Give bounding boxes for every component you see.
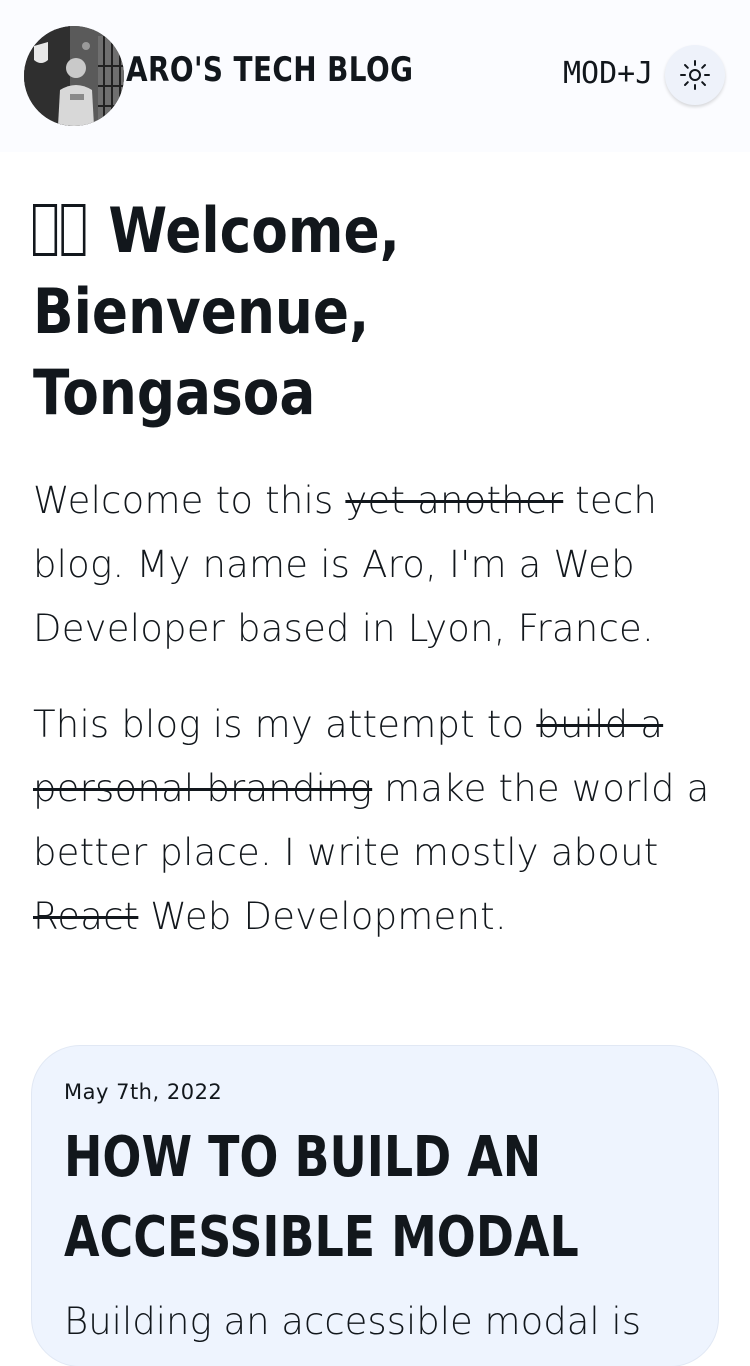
site-title-link[interactable]: Aro's Tech Blog <box>126 48 413 92</box>
post-card[interactable]: May 7th, 2022 How to build an accessible… <box>32 1046 718 1366</box>
theme-toggle-button[interactable] <box>665 45 725 105</box>
intro-text: Welcome to this <box>33 479 346 522</box>
hero-line-2: Bienvenue, <box>33 275 370 348</box>
keyboard-shortcut-hint: MOD+J <box>563 56 654 91</box>
sun-icon <box>680 60 710 90</box>
intro-paragraph-1: Welcome to this yet another tech blog. M… <box>33 469 723 661</box>
hero-welcome: Welcome, <box>108 194 400 267</box>
post-excerpt: Building an accessible modal is <box>64 1300 641 1343</box>
waving-hand-icon <box>33 204 58 256</box>
hero-line-1: Welcome, <box>33 190 618 271</box>
post-date: May 7th, 2022 <box>64 1080 223 1104</box>
struck-text: React <box>33 895 139 938</box>
author-avatar[interactable] <box>24 26 124 126</box>
intro-text: This blog is my attempt to <box>33 703 537 746</box>
post-title-line-1: How to build an <box>64 1125 542 1190</box>
post-title[interactable]: How to build an accessible modal <box>64 1118 704 1278</box>
hero-line-3: Tongasoa <box>33 356 316 429</box>
post-title-line-2: accessible modal <box>64 1205 579 1270</box>
site-header: Aro's Tech Blog MOD+J <box>0 0 750 152</box>
skin-tone-icon <box>61 204 86 256</box>
intro-text: Web Development. <box>138 895 507 938</box>
intro-paragraph-2: This blog is my attempt to build a perso… <box>33 693 723 949</box>
hero-heading: Welcome, Bienvenue, Tongasoa <box>33 190 713 433</box>
struck-text: yet another <box>345 479 564 522</box>
